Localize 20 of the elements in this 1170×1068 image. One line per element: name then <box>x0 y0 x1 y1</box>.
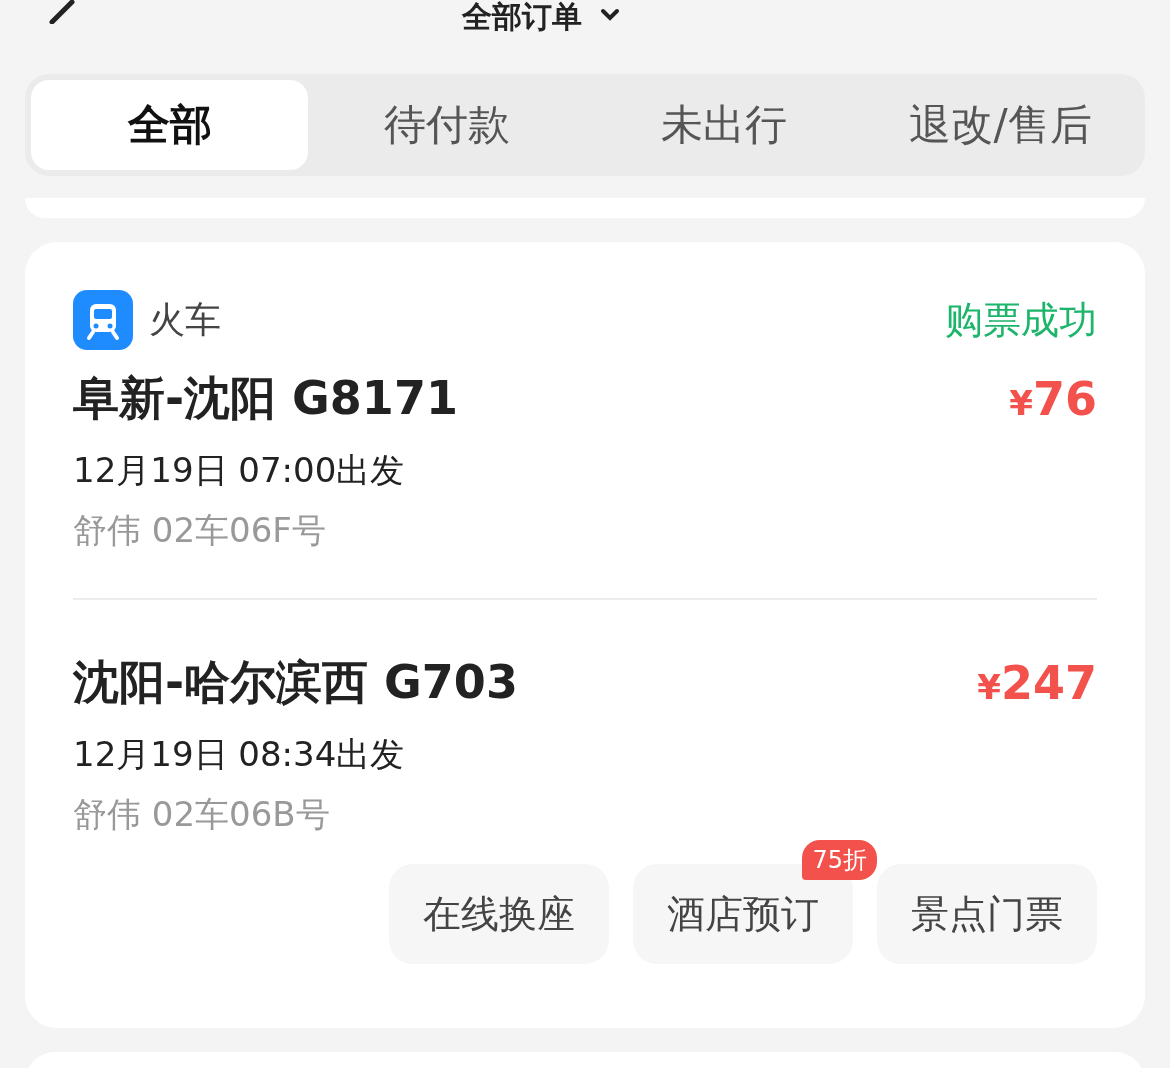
price: ¥76 <box>1009 372 1097 426</box>
trip-route: 沈阳-哈尔滨西 G703 <box>73 654 518 711</box>
price: ¥247 <box>977 656 1097 710</box>
seat-info: 舒伟 02车06B号 <box>73 793 331 836</box>
tab[interactable]: 全部 <box>31 80 308 170</box>
tab[interactable]: 待付款 <box>308 80 585 170</box>
seat-info: 舒伟 02车06F号 <box>73 509 327 552</box>
departure-time: 12月19日 08:34出发 <box>73 733 406 776</box>
trip-route: 阜新-沈阳 G8171 <box>73 370 458 427</box>
discount-badge: 75折 <box>802 840 877 880</box>
departure-time: 12月19日 07:00出发 <box>73 449 406 492</box>
action-button[interactable]: 在线换座 <box>389 864 609 964</box>
order-status: 购票成功 <box>945 296 1097 344</box>
page-title: 全部订单 <box>462 0 582 34</box>
category-label: 火车 <box>149 297 221 342</box>
action-button[interactable]: 景点门票 <box>877 864 1097 964</box>
tab[interactable]: 退改/售后 <box>862 80 1139 170</box>
tab[interactable]: 未出行 <box>585 80 862 170</box>
train-icon <box>73 290 133 350</box>
caret-icon[interactable] <box>600 8 620 22</box>
